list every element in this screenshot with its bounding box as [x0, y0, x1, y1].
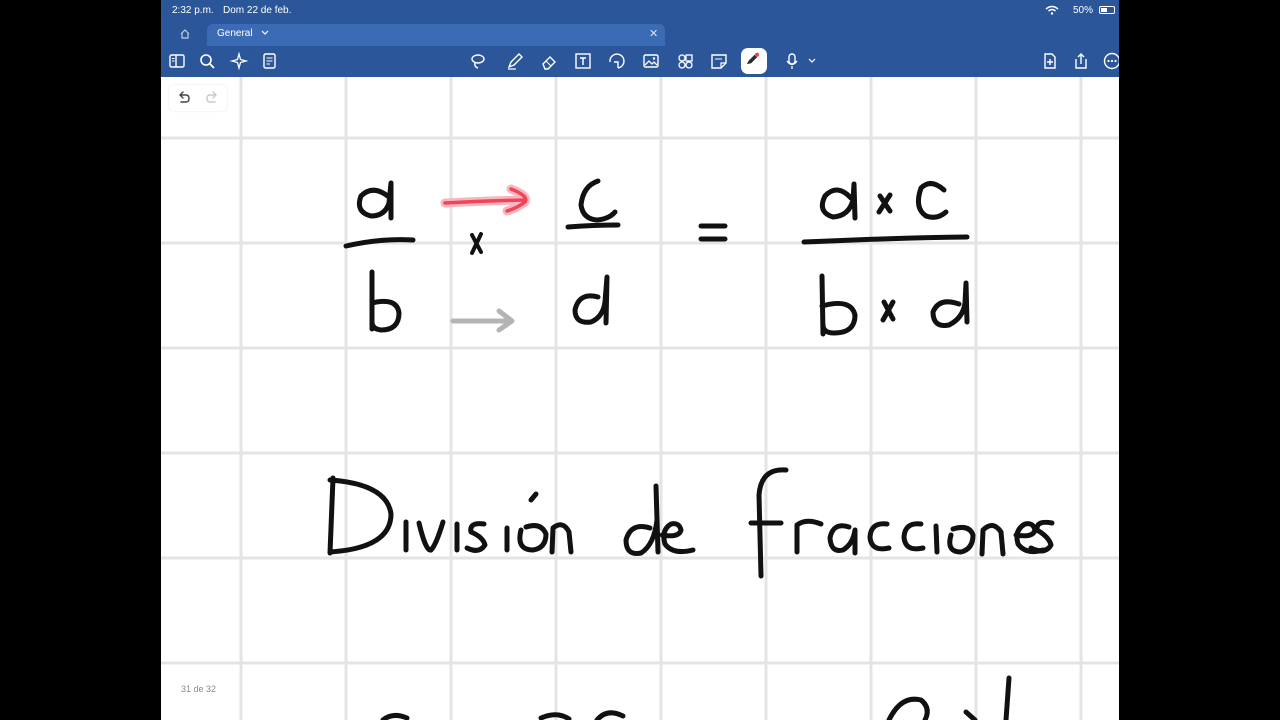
text-box-tool[interactable] [572, 50, 594, 72]
note-canvas[interactable] [161, 77, 1119, 720]
top-toolbar: 2:32 p.m. Dom 22 de feb. 50% General ✕ [161, 0, 1119, 77]
ink-gray-arrow [450, 308, 515, 333]
add-page-icon [1044, 53, 1056, 69]
ink-fraction-a-over-b [343, 180, 416, 333]
share-button[interactable] [1070, 50, 1092, 72]
undo-redo-panel [169, 85, 227, 111]
image-icon [643, 54, 659, 68]
redo-icon[interactable] [205, 90, 221, 106]
chevron-down-icon[interactable] [261, 30, 269, 36]
add-page-button[interactable] [1039, 50, 1061, 72]
battery-percentage: 50% [1073, 5, 1094, 16]
active-pen-button[interactable] [741, 48, 767, 74]
eraser-icon [542, 56, 556, 70]
microphone-icon [786, 53, 816, 69]
ink-result-fraction [801, 181, 970, 337]
stickers-icon [678, 54, 693, 69]
status-date: Dom 22 de feb. [223, 5, 292, 16]
grid-lines [161, 77, 1119, 720]
status-time: 2:32 p.m. [172, 5, 214, 16]
lasso-tool[interactable] [467, 50, 489, 72]
app-screen: 2:32 p.m. Dom 22 de feb. 50% General ✕ 3… [161, 0, 1119, 720]
shape-tool[interactable] [606, 50, 628, 72]
lasso-icon [471, 54, 485, 69]
ink-handwritten-heading [327, 467, 1055, 579]
wifi-icon [1045, 5, 1059, 15]
search-button[interactable] [196, 50, 218, 72]
more-icon [1103, 52, 1119, 70]
sidebar-icon [169, 54, 185, 68]
note-icon [711, 54, 727, 69]
share-icon [1075, 53, 1087, 69]
dictate-button[interactable] [785, 50, 821, 72]
tab-general[interactable]: General ✕ [207, 24, 665, 46]
home-icon [180, 29, 190, 39]
battery-icon [1099, 6, 1115, 14]
undo-icon[interactable] [175, 90, 191, 106]
pen-color-icon [746, 52, 760, 65]
page-indicator: 31 de 32 [181, 684, 217, 694]
more-button[interactable] [1101, 50, 1119, 72]
shape-icon [609, 53, 625, 69]
stickers-tool[interactable] [674, 50, 696, 72]
eraser-tool[interactable] [538, 50, 560, 72]
pen-icon [507, 53, 523, 70]
page-list-icon [263, 53, 276, 69]
search-icon [200, 54, 215, 69]
ink-fraction-c-over-d [565, 178, 621, 326]
ink-equals-sign [698, 223, 728, 242]
pen-tool[interactable] [504, 50, 526, 72]
close-tab-icon[interactable]: ✕ [649, 27, 658, 40]
page-list-button[interactable] [259, 50, 281, 72]
ink-red-arrow [440, 184, 531, 216]
text-box-icon [575, 53, 591, 69]
image-tool[interactable] [640, 50, 662, 72]
ink-partial-line-bottom [380, 675, 1012, 720]
note-tool[interactable] [708, 50, 730, 72]
copilot-button[interactable] [228, 50, 250, 72]
sidebar-button[interactable] [166, 50, 188, 72]
home-tab[interactable] [161, 24, 207, 46]
tab-general-label: General [217, 28, 253, 39]
sparkle-icon [229, 51, 249, 71]
